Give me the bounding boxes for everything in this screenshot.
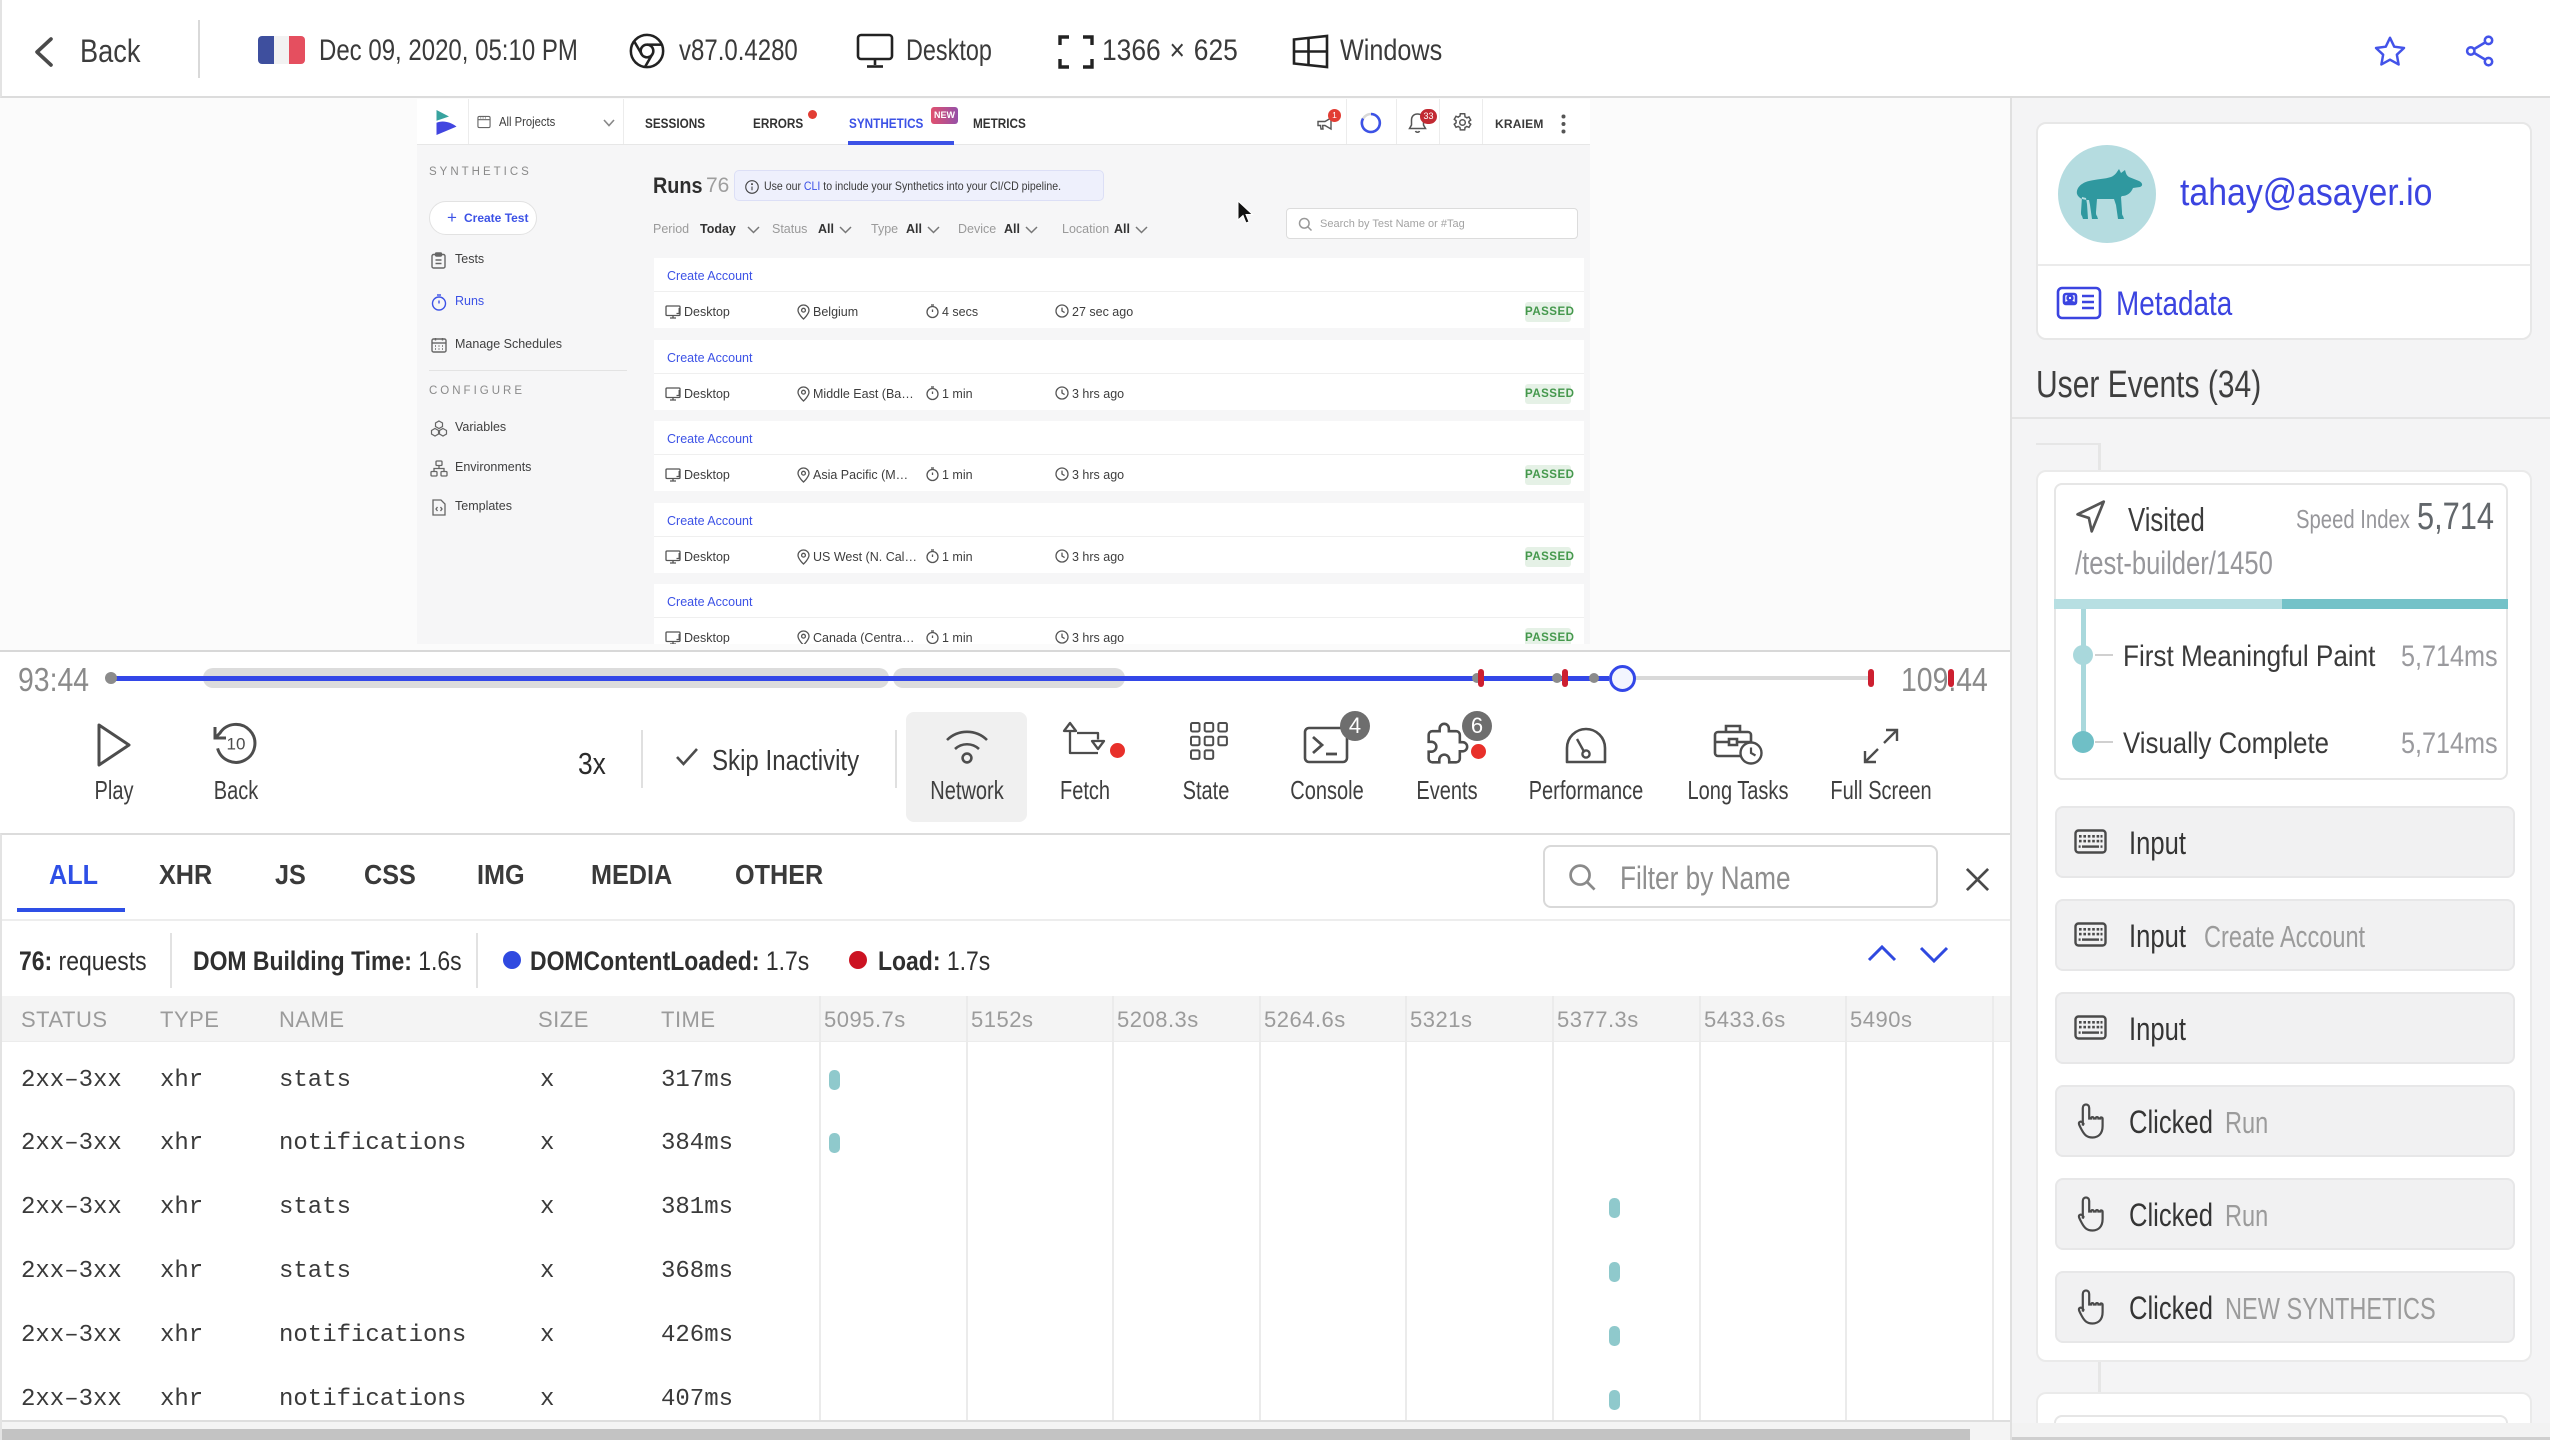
svg-text:10: 10 (227, 735, 246, 754)
